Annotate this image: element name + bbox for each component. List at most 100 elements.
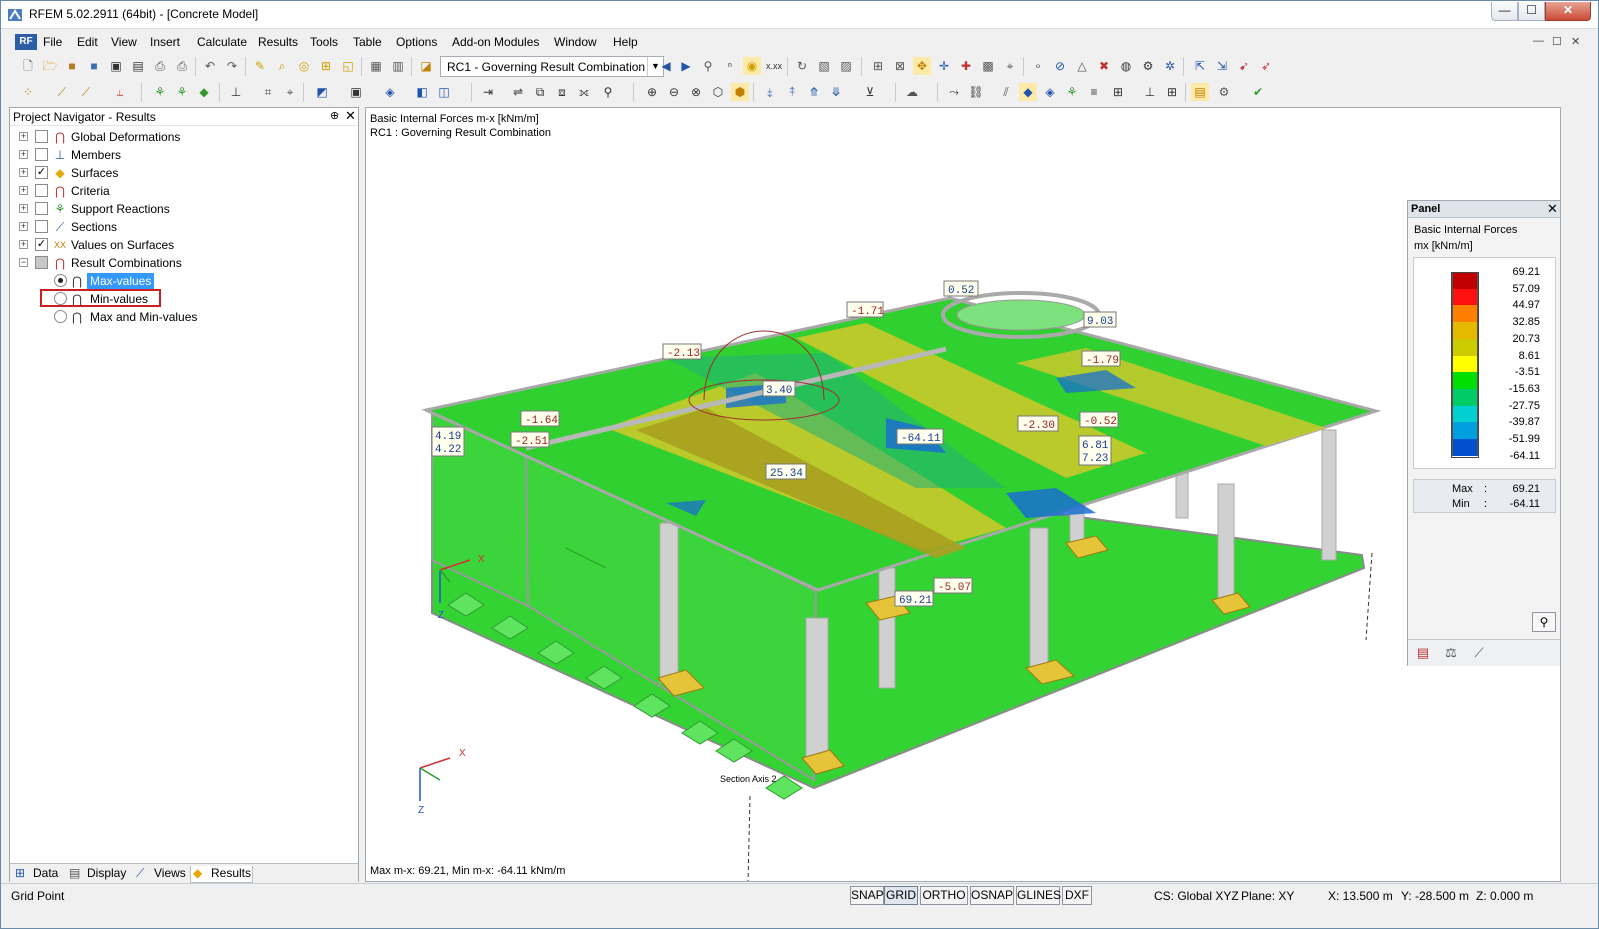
menu-insert[interactable]: Insert <box>150 35 180 49</box>
colored-surface-icon[interactable]: ◆ <box>1019 83 1037 101</box>
open-model-icon[interactable]: ■ <box>63 57 81 75</box>
tab-display[interactable]: ▤ Display <box>67 866 132 883</box>
visibility-icon[interactable]: ◈ <box>381 83 399 101</box>
mirror-icon[interactable]: ⇌ <box>509 83 527 101</box>
radio-button[interactable] <box>54 274 67 287</box>
align-icon[interactable]: ⊥ <box>1141 83 1159 101</box>
checkbox[interactable]: ✓ <box>35 166 48 179</box>
print-graphic-icon[interactable]: ⎙ <box>173 57 191 75</box>
check-icon[interactable]: ✔ <box>1249 83 1267 101</box>
values-icon[interactable]: ⁿ <box>721 57 739 75</box>
opening-icon[interactable]: ◆ <box>195 83 213 101</box>
load-combination-select[interactable]: RC1 - Governing Result Combination ▼ <box>440 56 664 77</box>
tree-icon[interactable]: ⚘ <box>1063 83 1081 101</box>
tree-item-sections[interactable]: + ⟋ Sections <box>10 218 358 236</box>
load-case-icon[interactable]: ◪ <box>417 57 435 75</box>
show-values-icon[interactable]: x.xx <box>765 57 783 75</box>
checkbox-partial[interactable] <box>35 256 48 269</box>
tree-item-min-values[interactable]: ⋂ Min-values <box>10 289 358 308</box>
redo-icon[interactable]: ↷ <box>223 57 241 75</box>
isometric-view-icon[interactable]: ⬢ <box>731 83 749 101</box>
zoom-all-icon[interactable]: ⊕ <box>643 83 661 101</box>
panel-zoom-button[interactable]: ⚲ <box>1532 612 1556 632</box>
animation-icon[interactable]: ↻ <box>793 57 811 75</box>
structure-3d-graphic[interactable]: Section Axis 2 X Z X Z 0.52 -1.71 9.03 -… <box>366 108 1561 882</box>
menu-table[interactable]: Table <box>353 35 382 49</box>
expand-icon[interactable]: + <box>19 240 28 249</box>
expand-icon[interactable]: + <box>19 186 28 195</box>
line-icon[interactable]: ⟋ <box>53 83 71 101</box>
render-icon[interactable]: ◧ <box>413 83 431 101</box>
checkbox[interactable] <box>35 220 48 233</box>
section-icon[interactable]: ▧ <box>815 57 833 75</box>
3d-view-icon[interactable]: ⬡ <box>709 83 727 101</box>
zoom-window-icon[interactable]: ⊖ <box>665 83 683 101</box>
delete-icon[interactable]: ✖ <box>1095 57 1113 75</box>
guide-line-icon[interactable]: ⤳ <box>945 83 963 101</box>
menu-window[interactable]: Window <box>554 35 597 49</box>
cube-icon[interactable]: ◈ <box>1041 83 1059 101</box>
tab-views[interactable]: ⟋ Views <box>134 866 189 883</box>
menu-calculate[interactable]: Calculate <box>197 35 247 49</box>
previous-icon[interactable]: ◀ <box>657 57 675 75</box>
coordinate-system[interactable]: CS: Global XYZ <box>1154 889 1239 903</box>
color-scale-icon[interactable]: ▤ <box>1414 645 1432 661</box>
tree-item-values-on-surfaces[interactable]: + ✓ XX Values on Surfaces <box>10 236 358 254</box>
view-minus-z-icon[interactable]: ⤋ <box>827 83 845 101</box>
grid-icon[interactable]: ⊞ <box>869 57 887 75</box>
report-icon[interactable]: ▤ <box>1191 83 1209 101</box>
tree-item-support-reactions[interactable]: + ⚘ Support Reactions <box>10 200 358 218</box>
result-icon[interactable]: ⊞ <box>317 57 335 75</box>
connect-icon[interactable]: ⟗ <box>575 83 593 101</box>
close-icon[interactable]: ✕ <box>1547 201 1558 217</box>
pen-icon[interactable]: ⫽ <box>997 83 1015 101</box>
stripes-icon[interactable]: ≡ <box>1085 83 1103 101</box>
filter-icon[interactable]: ⊻ <box>861 83 879 101</box>
tree-item-surfaces[interactable]: + ✓ ◆ Surfaces <box>10 164 358 182</box>
open-folder-icon[interactable]: 🗁 <box>41 57 59 75</box>
menu-add-on-modules[interactable]: Add-on Modules <box>452 35 539 49</box>
model-view[interactable]: Basic Internal Forces m-x [kNm/m] RC1 : … <box>365 107 1561 882</box>
doc-minimize-button[interactable]: — <box>1533 35 1544 47</box>
copy-icon[interactable]: ⇥ <box>479 83 497 101</box>
node-icon[interactable]: ∘ <box>1029 57 1047 75</box>
table-icon[interactable]: ▦ <box>367 57 385 75</box>
doc-close-button[interactable]: ✕ <box>1571 35 1580 48</box>
view-select-icon[interactable]: ◩ <box>313 83 331 101</box>
move-icon[interactable]: ✛ <box>935 57 953 75</box>
working-plane[interactable]: Plane: XY <box>1241 889 1294 903</box>
block-icon[interactable]: ■ <box>85 57 103 75</box>
gear-icon[interactable]: ⚙ <box>1215 83 1233 101</box>
new-file-icon[interactable]: 🗋 <box>19 57 37 75</box>
surface-icon[interactable]: ⚘ <box>151 83 169 101</box>
tree-item-criteria[interactable]: + ⋂ Criteria <box>10 182 358 200</box>
checkbox[interactable] <box>35 130 48 143</box>
grid-layout-icon[interactable]: ⊞ <box>1163 83 1181 101</box>
load-icon[interactable]: ➹ <box>1235 57 1253 75</box>
import-icon[interactable]: ⇲ <box>1213 57 1231 75</box>
balance-icon[interactable]: ⚖ <box>1442 645 1460 661</box>
tree-item-max-values[interactable]: ⋂ Max-values <box>10 272 358 290</box>
radio-button[interactable] <box>54 310 67 323</box>
close-icon[interactable]: ✕ <box>345 108 356 124</box>
model-check-icon[interactable]: ⚲ <box>599 83 617 101</box>
checkbox[interactable]: ✓ <box>35 238 48 251</box>
solid-icon[interactable]: ⚘ <box>173 83 191 101</box>
tree-item-members[interactable]: + ⊥ Members <box>10 146 358 164</box>
menu-results[interactable]: Results <box>258 35 298 49</box>
cloud-icon[interactable]: ☁ <box>903 83 921 101</box>
checkbox[interactable] <box>35 202 48 215</box>
menu-view[interactable]: View <box>111 35 137 49</box>
measure-icon[interactable]: ⌖ <box>1001 57 1019 75</box>
load-generator-icon[interactable]: ➶ <box>1257 57 1275 75</box>
pin-icon[interactable]: ⊕ <box>330 109 339 122</box>
zoom-icon[interactable]: ⊠ <box>891 57 909 75</box>
edit-icon[interactable]: ✎ <box>251 57 269 75</box>
rotate-icon[interactable]: ✚ <box>957 57 975 75</box>
mesh-icon[interactable]: ▩ <box>979 57 997 75</box>
checkbox[interactable] <box>35 148 48 161</box>
wireframe-icon[interactable]: ◫ <box>435 83 453 101</box>
tree-item-result-combinations[interactable]: − ⋂ Result Combinations <box>10 254 358 272</box>
ortho-toggle[interactable]: ORTHO <box>920 886 968 905</box>
document-icon[interactable]: RF <box>15 34 37 50</box>
